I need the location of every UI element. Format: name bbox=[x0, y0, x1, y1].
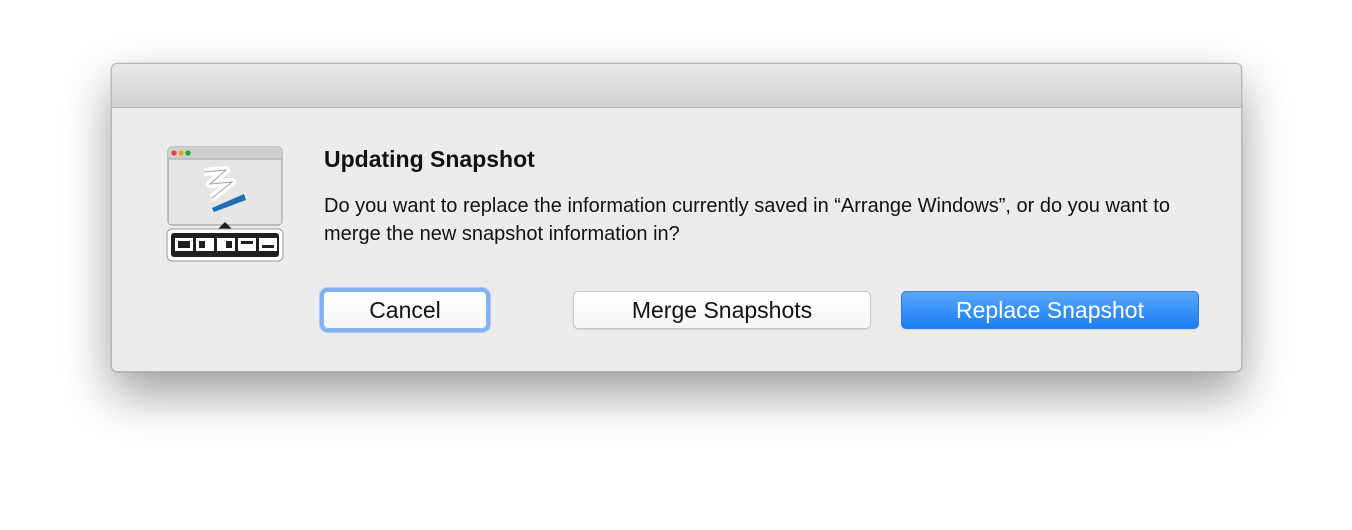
cancel-button[interactable]: Cancel bbox=[323, 291, 487, 329]
dialog-message: Do you want to replace the information c… bbox=[324, 195, 1170, 245]
replace-snapshot-button[interactable]: Replace Snapshot bbox=[901, 291, 1199, 329]
app-icon bbox=[166, 146, 284, 262]
merge-snapshots-button[interactable]: Merge Snapshots bbox=[573, 291, 871, 329]
dialog-titlebar[interactable] bbox=[112, 64, 1241, 108]
dialog-title: Updating Snapshot bbox=[324, 146, 535, 172]
alert-dialog: Updating Snapshot Do you want to replace… bbox=[111, 63, 1242, 372]
